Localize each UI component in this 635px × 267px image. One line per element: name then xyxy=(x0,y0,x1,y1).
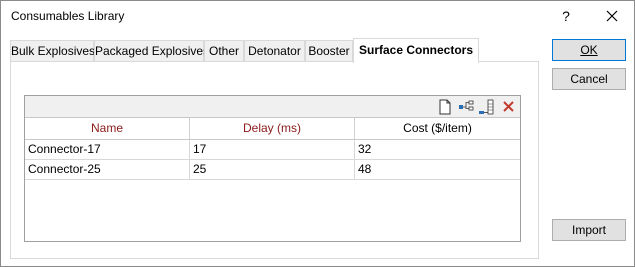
table-row[interactable]: Connector-17 17 32 xyxy=(25,140,520,160)
new-row-icon[interactable] xyxy=(436,98,454,116)
grid-toolbar xyxy=(25,96,520,118)
ok-button-label: OK xyxy=(580,43,598,57)
surface-connectors-grid: Name Delay (ms) Cost ($/item) Connector-… xyxy=(24,95,521,242)
cancel-button-label: Cancel xyxy=(570,72,608,86)
column-header-cost[interactable]: Cost ($/item) xyxy=(355,118,520,140)
tab-bulk-explosives[interactable]: Bulk Explosives xyxy=(10,40,95,62)
tab-surface-connectors[interactable]: Surface Connectors xyxy=(353,38,479,63)
import-button-label: Import xyxy=(571,223,606,237)
title-bar: Consumables Library ? xyxy=(1,1,634,32)
grid-header: Name Delay (ms) Cost ($/item) xyxy=(25,118,520,140)
delete-icon[interactable] xyxy=(500,98,518,116)
tab-other[interactable]: Other xyxy=(204,40,244,62)
cell-delay[interactable]: 25 xyxy=(190,160,355,180)
column-header-delay[interactable]: Delay (ms) xyxy=(190,118,355,140)
cell-name[interactable]: Connector-17 xyxy=(25,140,190,160)
tab-booster[interactable]: Booster xyxy=(305,40,353,62)
tab-packaged-explosives[interactable]: Packaged Explosives xyxy=(94,40,209,62)
column-header-name[interactable]: Name xyxy=(25,118,190,140)
insert-column-icon[interactable] xyxy=(478,98,496,116)
tree-icon[interactable] xyxy=(457,98,475,116)
import-button[interactable]: Import xyxy=(552,219,626,241)
cell-delay[interactable]: 17 xyxy=(190,140,355,160)
close-button[interactable] xyxy=(597,5,627,27)
window-title: Consumables Library xyxy=(11,9,125,23)
ok-button[interactable]: OK xyxy=(552,39,626,61)
cell-cost[interactable]: 32 xyxy=(355,140,520,160)
consumables-library-dialog: Consumables Library ? Bulk Explosives Pa… xyxy=(0,0,635,267)
cell-cost[interactable]: 48 xyxy=(355,160,520,180)
cancel-button[interactable]: Cancel xyxy=(552,68,626,90)
table-row[interactable]: Connector-25 25 48 xyxy=(25,160,520,180)
close-icon xyxy=(606,10,618,22)
tab-detonator[interactable]: Detonator xyxy=(244,40,305,62)
cell-name[interactable]: Connector-25 xyxy=(25,160,190,180)
help-button[interactable]: ? xyxy=(554,5,578,27)
